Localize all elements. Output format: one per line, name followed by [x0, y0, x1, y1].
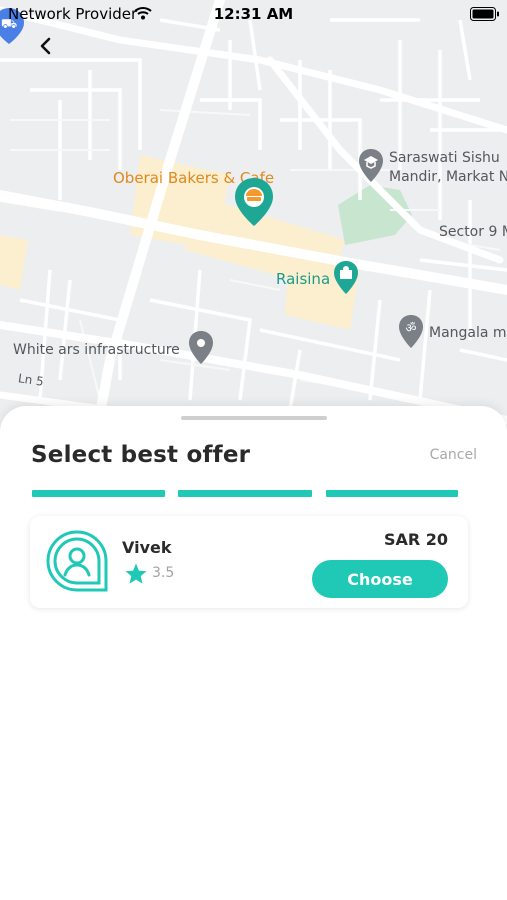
map-label-school-line1: Saraswati Sishu: [389, 150, 500, 166]
driver-rating: 3.5: [152, 565, 175, 581]
battery-icon: [470, 7, 500, 26]
driver-avatar-icon: [44, 528, 110, 594]
offer-price: SAR 20: [383, 530, 448, 549]
cancel-button[interactable]: Cancel: [430, 447, 477, 463]
chevron-left-icon: [40, 37, 51, 55]
map-label-sector: Sector 9 M: [439, 224, 507, 240]
map-view[interactable]: ⛟ Oberai Bakers & Cafe Saraswati Sishu M…: [0, 0, 507, 440]
progress-segment: [32, 490, 165, 497]
star-icon: [124, 562, 148, 591]
offer-sheet: Select best offer Cancel Vivek 3.5 SAR 2…: [0, 406, 507, 900]
clock-label: 12:31 AM: [213, 5, 294, 23]
map-label-lane: Ln 5: [17, 371, 45, 389]
progress-segment: [326, 490, 458, 497]
sheet-drag-handle[interactable]: [181, 416, 327, 420]
map-label-mangala: Mangala m: [429, 325, 507, 341]
map-label-infra: White ars infrastructure: [13, 342, 180, 358]
sheet-title: Select best offer: [31, 442, 251, 468]
map-label-school-line2: Mandir, Markat N: [389, 169, 507, 185]
offer-card[interactable]: Vivek 3.5 SAR 20 Choose: [30, 516, 468, 608]
choose-button[interactable]: Choose: [312, 560, 448, 598]
progress-segment: [178, 490, 312, 497]
back-button[interactable]: [32, 32, 60, 60]
svg-text:ॐ: ॐ: [406, 321, 417, 335]
status-bar: Network Provider 12:31 AM: [0, 0, 507, 28]
map-label-raisina: Raisina: [276, 270, 331, 288]
driver-name: Vivek: [122, 538, 172, 557]
